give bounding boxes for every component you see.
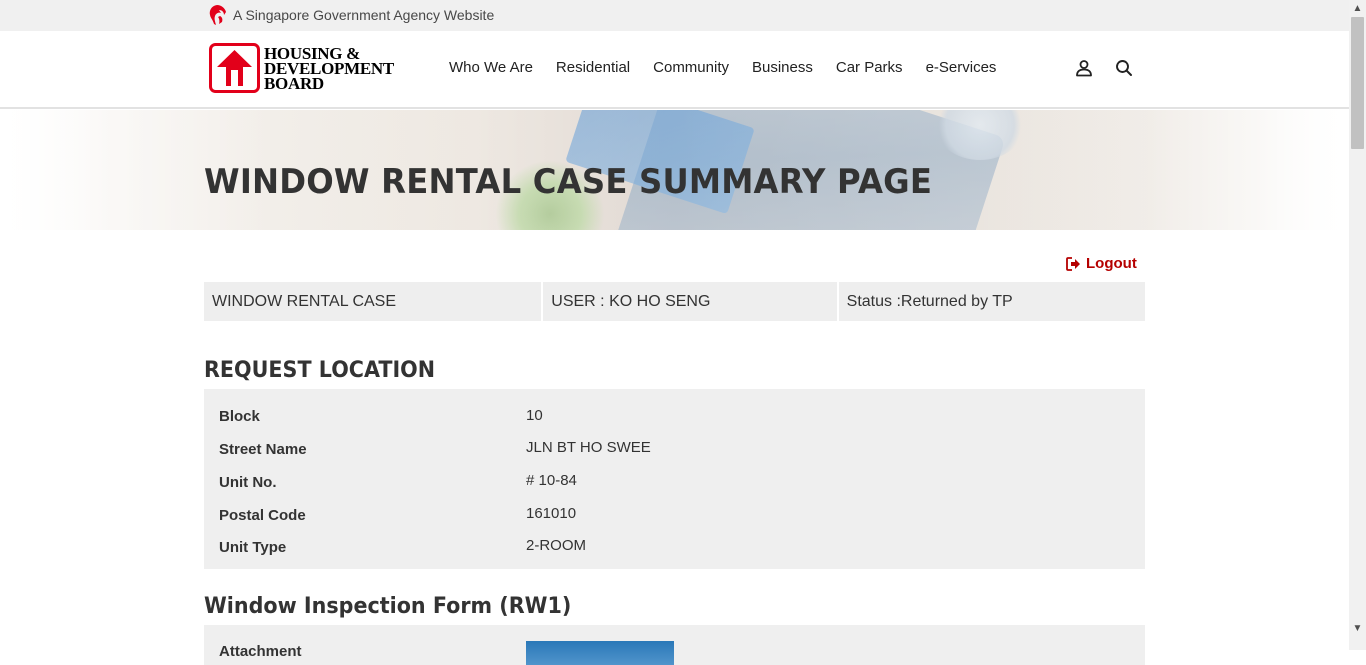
search-icon[interactable] — [1115, 59, 1133, 77]
unit-type-label: Unit Type — [219, 539, 287, 556]
page-title: WINDOW RENTAL CASE SUMMARY PAGE — [204, 162, 933, 202]
block-value: 10 — [526, 407, 543, 424]
lion-head-icon — [209, 5, 226, 25]
government-banner: A Singapore Government Agency Website — [0, 0, 1349, 31]
hero-banner: WINDOW RENTAL CASE SUMMARY PAGE — [0, 110, 1349, 230]
inspection-form-title: Window Inspection Form (RW1) — [204, 594, 572, 619]
nav-who-we-are[interactable]: Who We Are — [449, 59, 533, 76]
info-row-postal-code: Postal Code 161010 — [219, 505, 1119, 529]
nav-community[interactable]: Community — [653, 59, 729, 76]
logo-line-3: BOARD — [264, 73, 324, 93]
inspection-form-panel: Attachment — [204, 625, 1145, 665]
postal-code-value: 161010 — [526, 505, 577, 522]
nav-residential[interactable]: Residential — [556, 59, 630, 76]
scroll-down-arrow-icon[interactable]: ▼ — [1349, 620, 1366, 637]
nav-car-parks[interactable]: Car Parks — [836, 59, 903, 76]
street-name-value: JLN BT HO SWEE — [526, 439, 651, 456]
info-row-unit-no: Unit No. # 10-84 — [219, 472, 1119, 496]
info-row-street-name: Street Name JLN BT HO SWEE — [219, 439, 1119, 463]
site-header: HOUSING & DEVELOPMENT BOARD Who We Are R… — [0, 31, 1349, 109]
street-name-label: Street Name — [219, 441, 307, 458]
case-user-cell: USER : KO HO SENG — [543, 282, 837, 321]
unit-no-label: Unit No. — [219, 474, 277, 491]
postal-code-label: Postal Code — [219, 507, 306, 524]
attachment-thumbnail[interactable] — [526, 641, 674, 665]
hdb-house-arrow-icon — [209, 43, 260, 93]
user-icon[interactable] — [1075, 59, 1093, 77]
info-row-block: Block 10 — [219, 407, 1119, 430]
logout-link[interactable]: Logout — [1066, 255, 1137, 272]
request-location-title: REQUEST LOCATION — [204, 358, 436, 383]
case-status-cell: Status :Returned by TP — [838, 282, 1145, 321]
block-label: Block — [219, 408, 260, 425]
case-summary-bar: WINDOW RENTAL CASE USER : KO HO SENG Sta… — [204, 282, 1145, 321]
info-row-unit-type: Unit Type 2-ROOM — [219, 537, 1119, 561]
nav-business[interactable]: Business — [752, 59, 813, 76]
scroll-up-arrow-icon[interactable]: ▲ — [1349, 0, 1366, 17]
case-type-cell: WINDOW RENTAL CASE — [204, 282, 542, 321]
unit-type-value: 2-ROOM — [526, 537, 586, 554]
hdb-logo[interactable]: HOUSING & DEVELOPMENT BOARD — [209, 43, 394, 93]
sign-out-icon — [1066, 256, 1080, 271]
nav-e-services[interactable]: e-Services — [926, 59, 997, 76]
unit-no-value: # 10-84 — [526, 472, 577, 489]
main-nav: Who We Are Residential Community Busines… — [449, 59, 996, 76]
page-scrollbar[interactable]: ▲ ▼ — [1349, 0, 1366, 650]
request-location-panel: Block 10 Street Name JLN BT HO SWEE Unit… — [204, 389, 1145, 569]
hdb-logo-text: HOUSING & DEVELOPMENT BOARD — [264, 45, 394, 93]
logout-label: Logout — [1086, 255, 1137, 272]
government-banner-text: A Singapore Government Agency Website — [233, 7, 495, 23]
scroll-thumb[interactable] — [1351, 17, 1364, 149]
attachment-label: Attachment — [219, 643, 302, 660]
